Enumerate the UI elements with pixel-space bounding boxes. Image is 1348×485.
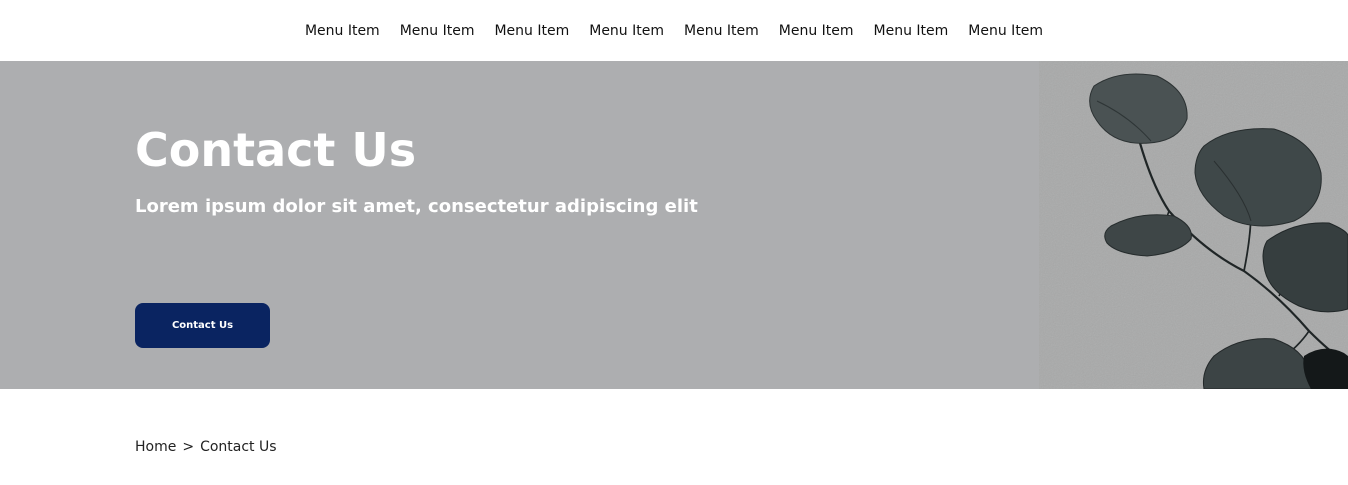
nav-menu-item-3[interactable]: Menu Item: [484, 21, 579, 41]
breadcrumb-separator: >: [182, 439, 195, 455]
nav-menu-item-7[interactable]: Menu Item: [864, 21, 959, 41]
page-title: Contact Us: [135, 123, 417, 177]
breadcrumb-current: Contact Us: [200, 439, 277, 455]
breadcrumb: Home > Contact Us: [135, 437, 277, 457]
nav-menu-item-2[interactable]: Menu Item: [390, 21, 485, 41]
leaves-illustration-icon: [1039, 61, 1348, 389]
nav-menu-item-1[interactable]: Menu Item: [295, 21, 390, 41]
nav-menu-item-8[interactable]: Menu Item: [958, 21, 1053, 41]
top-navigation: Menu Item Menu Item Menu Item Menu Item …: [0, 0, 1348, 61]
breadcrumb-home-link[interactable]: Home: [135, 437, 176, 457]
contact-us-button[interactable]: Contact Us: [135, 303, 270, 348]
hero-subtitle: Lorem ipsum dolor sit amet, consectetur …: [135, 196, 698, 217]
eucalyptus-leaves-image: [1039, 61, 1348, 389]
nav-menu-item-4[interactable]: Menu Item: [579, 21, 674, 41]
hero-banner: Contact Us Lorem ipsum dolor sit amet, c…: [0, 61, 1348, 389]
nav-menu-item-5[interactable]: Menu Item: [674, 21, 769, 41]
nav-menu-item-6[interactable]: Menu Item: [769, 21, 864, 41]
